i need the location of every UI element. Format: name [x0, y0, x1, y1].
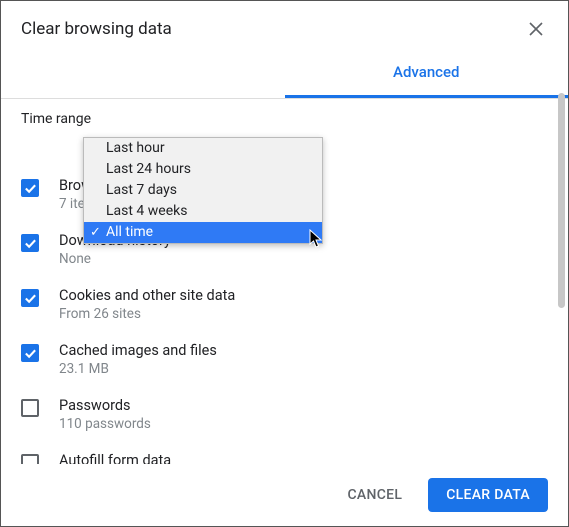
- item-sub: 110 passwords: [59, 416, 151, 432]
- item-label: Passwords: [59, 397, 151, 414]
- checkbox-autofill[interactable]: [21, 454, 39, 464]
- checkbox-download-history[interactable]: [21, 234, 39, 252]
- time-range-dropdown[interactable]: Last hour Last 24 hours Last 7 days Last…: [83, 137, 323, 244]
- clear-browsing-data-dialog: Clear browsing data Advanced Last hour L…: [1, 1, 568, 526]
- item-label: Cookies and other site data: [59, 287, 235, 304]
- dropdown-option[interactable]: Last 4 weeks: [84, 201, 322, 222]
- item-sub: None: [59, 251, 171, 267]
- close-button[interactable]: [524, 17, 548, 41]
- dropdown-option-selected[interactable]: All time: [84, 222, 322, 243]
- tab-advanced[interactable]: Advanced: [285, 49, 569, 98]
- checkbox-cached-images[interactable]: [21, 344, 39, 362]
- clear-data-button[interactable]: CLEAR DATA: [428, 478, 548, 512]
- item-sub: From 26 sites: [59, 306, 235, 322]
- tab-basic[interactable]: [1, 49, 285, 98]
- dialog-title: Clear browsing data: [21, 19, 172, 39]
- dialog-body: Last hour Last 24 hours Last 7 days Last…: [1, 99, 568, 464]
- dialog-header: Clear browsing data: [1, 1, 568, 49]
- list-item: Autofill form data: [21, 442, 560, 464]
- item-label: Autofill form data: [59, 452, 171, 464]
- list-item: Cookies and other site data From 26 site…: [21, 277, 560, 332]
- checkbox-cookies[interactable]: [21, 289, 39, 307]
- scrollbar[interactable]: [558, 93, 565, 308]
- time-range-row: Time range: [21, 111, 560, 127]
- dropdown-option[interactable]: Last hour: [84, 138, 322, 159]
- dialog-footer: CANCEL CLEAR DATA: [1, 464, 568, 526]
- tabs: Advanced: [1, 49, 568, 99]
- checkbox-passwords[interactable]: [21, 399, 39, 417]
- cancel-button[interactable]: CANCEL: [329, 478, 420, 512]
- list-item: Cached images and files 23.1 MB: [21, 332, 560, 387]
- item-label: Cached images and files: [59, 342, 217, 359]
- checkbox-browsing-history[interactable]: [21, 179, 39, 197]
- list-item: Passwords 110 passwords: [21, 387, 560, 442]
- item-sub: 23.1 MB: [59, 361, 217, 377]
- close-icon: [529, 22, 543, 36]
- dropdown-option[interactable]: Last 7 days: [84, 180, 322, 201]
- dropdown-option[interactable]: Last 24 hours: [84, 159, 322, 180]
- time-range-label: Time range: [21, 111, 91, 127]
